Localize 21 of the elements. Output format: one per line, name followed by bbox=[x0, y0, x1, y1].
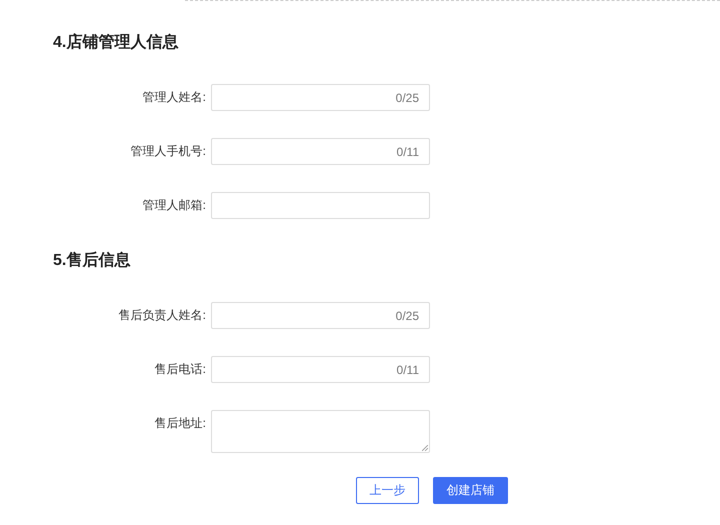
field-label: 管理人手机号: bbox=[130, 144, 206, 158]
text-area[interactable] bbox=[211, 410, 430, 453]
create-store-button[interactable]: 创建店铺 bbox=[433, 477, 508, 504]
field-label: 售后地址: bbox=[154, 416, 206, 430]
input-field[interactable] bbox=[211, 192, 430, 219]
field-label: 管理人邮箱: bbox=[142, 198, 206, 212]
input-field[interactable]: 0/11 bbox=[211, 138, 430, 165]
section-title: 5.售后信息 bbox=[52, 250, 132, 270]
character-counter: 0/11 bbox=[396, 362, 419, 376]
character-counter: 0/25 bbox=[396, 90, 419, 104]
previous-step-button[interactable]: 上一步 bbox=[356, 477, 419, 504]
character-counter: 0/11 bbox=[396, 144, 419, 158]
field-label: 管理人姓名: bbox=[142, 90, 206, 104]
field-label: 售后负责人姓名: bbox=[118, 308, 206, 322]
section-title: 4.店铺管理人信息 bbox=[52, 32, 180, 52]
input-field[interactable]: 0/25 bbox=[211, 84, 430, 111]
input-field[interactable]: 0/25 bbox=[211, 302, 430, 329]
resize-grip-icon[interactable] bbox=[422, 445, 428, 451]
character-counter: 0/25 bbox=[396, 308, 419, 322]
input-field[interactable]: 0/11 bbox=[211, 356, 430, 383]
field-label: 售后电话: bbox=[154, 362, 206, 376]
